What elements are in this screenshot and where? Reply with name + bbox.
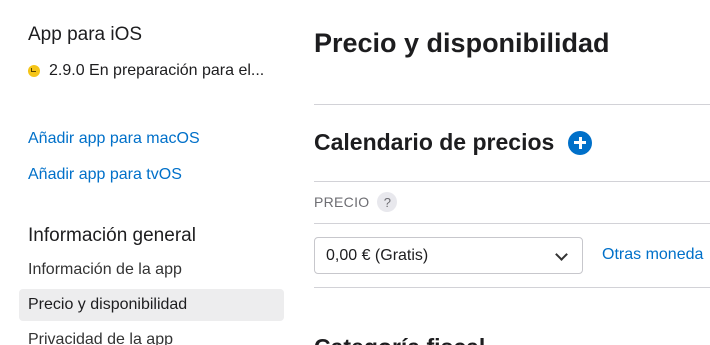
- divider: [314, 223, 710, 224]
- sidebar-item-label: Información de la app: [28, 261, 182, 278]
- tax-category-title: Categoría fiscal: [314, 334, 485, 345]
- divider: [314, 104, 710, 105]
- price-select-value: 0,00 € (Gratis): [326, 246, 429, 264]
- other-currencies-link[interactable]: Otras moneda: [602, 246, 703, 264]
- page-title: Precio y disponibilidad: [314, 28, 610, 58]
- sidebar: App para iOS 2.9.0 En preparación para e…: [0, 0, 300, 345]
- add-price-button[interactable]: [568, 130, 593, 155]
- add-macos-app-link[interactable]: Añadir app para macOS: [28, 130, 200, 148]
- help-icon[interactable]: ?: [377, 192, 398, 212]
- price-schedule-header: Calendario de precios: [314, 129, 593, 156]
- divider: [314, 181, 710, 182]
- sidebar-item-app-information[interactable]: Información de la app: [19, 254, 284, 286]
- status-in-preparation-icon: [28, 65, 40, 77]
- sidebar-section-general-info: Información general: [28, 225, 196, 246]
- app-platform-title: App para iOS: [28, 24, 143, 45]
- divider: [314, 287, 710, 288]
- price-column-header: PRECIO ?: [314, 192, 398, 212]
- price-column-label: PRECIO: [314, 194, 370, 210]
- price-schedule-title: Calendario de precios: [314, 129, 555, 155]
- sidebar-item-label: Precio y disponibilidad: [28, 296, 188, 313]
- sidebar-item-pricing-availability[interactable]: Precio y disponibilidad: [19, 289, 284, 321]
- sidebar-item-label: Privacidad de la app: [28, 331, 173, 345]
- add-tvos-app-link[interactable]: Añadir app para tvOS: [28, 166, 182, 184]
- chevron-down-icon: [555, 248, 568, 261]
- version-status[interactable]: 2.9.0 En preparación para el...: [28, 62, 264, 80]
- sidebar-item-app-privacy[interactable]: Privacidad de la app: [19, 324, 284, 345]
- version-status-label: 2.9.0 En preparación para el...: [49, 62, 265, 79]
- price-select[interactable]: 0,00 € (Gratis): [314, 237, 583, 274]
- main-content: Precio y disponibilidad Calendario de pr…: [314, 0, 710, 345]
